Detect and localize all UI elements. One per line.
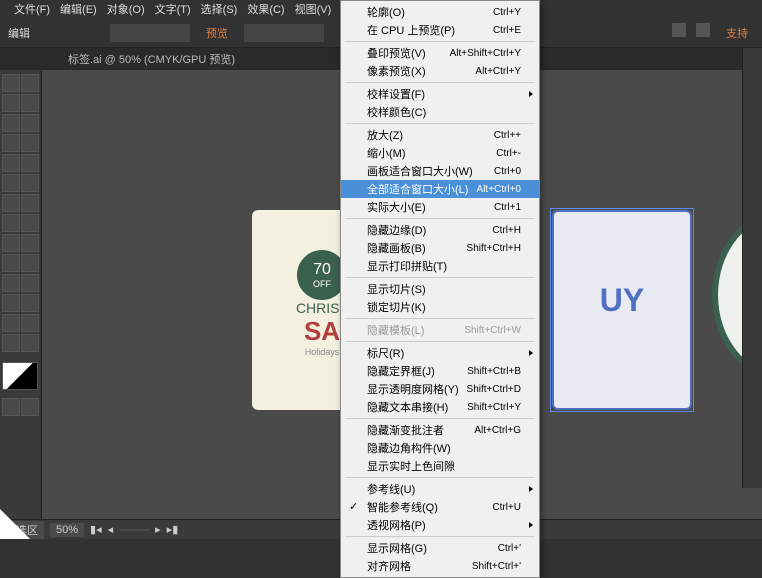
- menu-item[interactable]: 轮廓(O)Ctrl+Y: [341, 3, 539, 21]
- menu-item[interactable]: 缩小(M)Ctrl+-: [341, 144, 539, 162]
- menu-select[interactable]: 选择(S): [197, 0, 242, 19]
- style-dropdown[interactable]: [110, 24, 190, 42]
- last-artboard-icon[interactable]: ▸▮: [167, 523, 179, 536]
- corner-cut-decoration: [0, 509, 30, 539]
- menu-item[interactable]: 在 CPU 上预览(P)Ctrl+E: [341, 21, 539, 39]
- menu-edit[interactable]: 编辑(E): [56, 0, 101, 19]
- menu-item[interactable]: 参考线(U): [341, 480, 539, 498]
- right-panel-collapsed[interactable]: [742, 48, 762, 488]
- menu-file[interactable]: 文件(F): [10, 0, 54, 19]
- shape-builder-tool[interactable]: [2, 234, 20, 252]
- graph-tool[interactable]: [21, 294, 39, 312]
- prev-artboard-icon[interactable]: ◂: [108, 523, 114, 536]
- menu-item[interactable]: 画板适合窗口大小(W)Ctrl+0: [341, 162, 539, 180]
- menu-item[interactable]: 校样颜色(C): [341, 103, 539, 121]
- type-tool[interactable]: [2, 134, 20, 152]
- first-artboard-icon[interactable]: ▮◂: [90, 523, 102, 536]
- pen-tool[interactable]: [2, 114, 20, 132]
- menu-object[interactable]: 对象(O): [103, 0, 149, 19]
- menu-item[interactable]: 显示实时上色间隙: [341, 457, 539, 475]
- menu-item[interactable]: 全部适合窗口大小(L)Alt+Ctrl+0: [341, 180, 539, 198]
- menu-item[interactable]: 实际大小(E)Ctrl+1: [341, 198, 539, 216]
- selection-tool[interactable]: [2, 74, 20, 92]
- magic-wand-tool[interactable]: [2, 94, 20, 112]
- menu-item[interactable]: 显示透明度网格(Y)Shift+Ctrl+D: [341, 380, 539, 398]
- symbol-tool[interactable]: [2, 294, 20, 312]
- rotate-tool[interactable]: [2, 194, 20, 212]
- menu-item[interactable]: 显示网格(G)Ctrl+': [341, 539, 539, 557]
- free-transform-tool[interactable]: [21, 214, 39, 232]
- artboard-nav-field[interactable]: [119, 529, 149, 531]
- menu-item[interactable]: 放大(Z)Ctrl++: [341, 126, 539, 144]
- menu-item[interactable]: 隐藏边缘(D)Ctrl+H: [341, 221, 539, 239]
- zoom-tool[interactable]: [21, 334, 39, 352]
- menu-item[interactable]: 显示切片(S): [341, 280, 539, 298]
- blend-tool[interactable]: [21, 274, 39, 292]
- menu-item[interactable]: 对齐网格Shift+Ctrl+': [341, 557, 539, 575]
- eraser-tool[interactable]: [21, 174, 39, 192]
- width-tool[interactable]: [2, 214, 20, 232]
- scale-tool[interactable]: [21, 194, 39, 212]
- perspective-tool[interactable]: [21, 234, 39, 252]
- brush-tool[interactable]: [21, 154, 39, 172]
- screen-mode-icon[interactable]: [21, 398, 39, 416]
- support-label[interactable]: 支持: [720, 23, 754, 43]
- tools-panel: [0, 70, 42, 520]
- rect-tool[interactable]: [2, 154, 20, 172]
- menu-item[interactable]: 隐藏文本串接(H)Shift+Ctrl+Y: [341, 398, 539, 416]
- menu-item: 隐藏模板(L)Shift+Ctrl+W: [341, 321, 539, 339]
- mesh-tool[interactable]: [2, 254, 20, 272]
- menu-item[interactable]: 隐藏画板(B)Shift+Ctrl+H: [341, 239, 539, 257]
- artwork-tag-2-selected: UY: [552, 210, 692, 410]
- menu-type[interactable]: 文字(T): [151, 0, 195, 19]
- view-dropdown-menu: 轮廓(O)Ctrl+Y在 CPU 上预览(P)Ctrl+E 叠印预览(V)Alt+…: [340, 0, 540, 578]
- menu-item[interactable]: 标尺(R): [341, 344, 539, 362]
- curvature-tool[interactable]: [21, 114, 39, 132]
- shaper-tool[interactable]: [2, 174, 20, 192]
- hand-tool[interactable]: [2, 334, 20, 352]
- preview-button[interactable]: 预览: [200, 23, 234, 43]
- doc-setup-icon[interactable]: [672, 23, 686, 37]
- menu-item[interactable]: 显示打印拼贴(T): [341, 257, 539, 275]
- mode-label: 编辑: [8, 25, 30, 41]
- lasso-tool[interactable]: [21, 94, 39, 112]
- menu-item[interactable]: 隐藏渐变批注者Alt+Ctrl+G: [341, 421, 539, 439]
- menu-effect[interactable]: 效果(C): [243, 0, 288, 19]
- direct-select-tool[interactable]: [21, 74, 39, 92]
- menu-view[interactable]: 视图(V): [291, 0, 336, 19]
- prefs-icon[interactable]: [696, 23, 710, 37]
- gradient-tool[interactable]: [21, 254, 39, 272]
- menu-item[interactable]: 校样设置(F): [341, 85, 539, 103]
- menu-item[interactable]: ✓智能参考线(Q)Ctrl+U: [341, 498, 539, 516]
- fill-stroke-swatch[interactable]: [2, 362, 38, 390]
- zoom-level[interactable]: 50%: [50, 523, 84, 537]
- document-tab[interactable]: 标签.ai @ 50% (CMYK/GPU 预览): [60, 49, 243, 69]
- line-tool[interactable]: [21, 134, 39, 152]
- artboard-tool[interactable]: [2, 314, 20, 332]
- menu-item[interactable]: 叠印预览(V)Alt+Shift+Ctrl+Y: [341, 44, 539, 62]
- preset-dropdown[interactable]: [244, 24, 324, 42]
- eyedropper-tool[interactable]: [2, 274, 20, 292]
- menu-item[interactable]: 锁定切片(K): [341, 298, 539, 316]
- draw-mode-icon[interactable]: [2, 398, 20, 416]
- slice-tool[interactable]: [21, 314, 39, 332]
- menu-item[interactable]: 透视网格(P): [341, 516, 539, 534]
- menu-item[interactable]: 像素预览(X)Alt+Ctrl+Y: [341, 62, 539, 80]
- next-artboard-icon[interactable]: ▸: [155, 523, 161, 536]
- menu-item[interactable]: 隐藏定界框(J)Shift+Ctrl+B: [341, 362, 539, 380]
- menu-item[interactable]: 隐藏边角构件(W): [341, 439, 539, 457]
